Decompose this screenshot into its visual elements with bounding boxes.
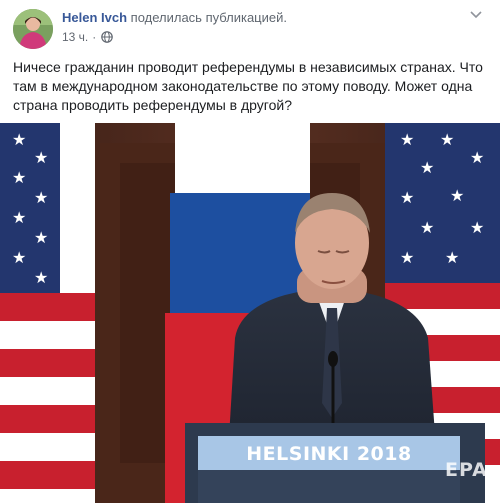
svg-text:★: ★	[470, 150, 484, 167]
svg-text:★: ★	[12, 132, 26, 149]
svg-text:★: ★	[470, 220, 484, 237]
author-action-text: поделилась публикацией.	[130, 10, 287, 25]
photo-watermark: EPA	[445, 459, 488, 481]
svg-text:★: ★	[420, 160, 434, 177]
author-name-link[interactable]: Helen Ivch	[62, 10, 127, 25]
podium-label: HELSINKI 2018	[246, 443, 412, 465]
author-line: Helen Ivch поделилась публикацией.	[62, 10, 287, 26]
svg-text:★: ★	[420, 220, 434, 237]
svg-text:★: ★	[34, 190, 48, 207]
chevron-down-icon[interactable]	[466, 8, 486, 22]
post-meta: 13 ч. ·	[62, 30, 114, 44]
svg-text:★: ★	[400, 250, 414, 267]
globe-icon[interactable]	[101, 31, 114, 43]
author-avatar[interactable]	[13, 9, 53, 49]
svg-text:★: ★	[450, 188, 464, 205]
svg-text:★: ★	[34, 150, 48, 167]
svg-text:★: ★	[440, 132, 454, 149]
svg-text:★: ★	[12, 210, 26, 227]
post-header: Helen Ivch поделилась публикацией. 13 ч.…	[0, 0, 500, 52]
svg-text:★: ★	[12, 250, 26, 267]
feed-post: Helen Ivch поделилась публикацией. 13 ч.…	[0, 0, 500, 503]
post-text: Ничесе гражданин проводит референдумы в …	[13, 59, 483, 113]
svg-text:★: ★	[445, 250, 459, 267]
svg-text:★: ★	[400, 132, 414, 149]
post-photo[interactable]: ★ ★ ★ ★ ★ ★ ★ ★ ★ ★ ★ ★ ★ ★ ★ ★ ★ ★ HELS…	[0, 123, 500, 503]
svg-text:★: ★	[400, 190, 414, 207]
meta-separator: ·	[92, 30, 97, 44]
svg-text:★: ★	[12, 170, 26, 187]
svg-text:★: ★	[34, 230, 48, 247]
svg-text:★: ★	[34, 270, 48, 287]
post-timestamp[interactable]: 13 ч.	[62, 30, 88, 44]
